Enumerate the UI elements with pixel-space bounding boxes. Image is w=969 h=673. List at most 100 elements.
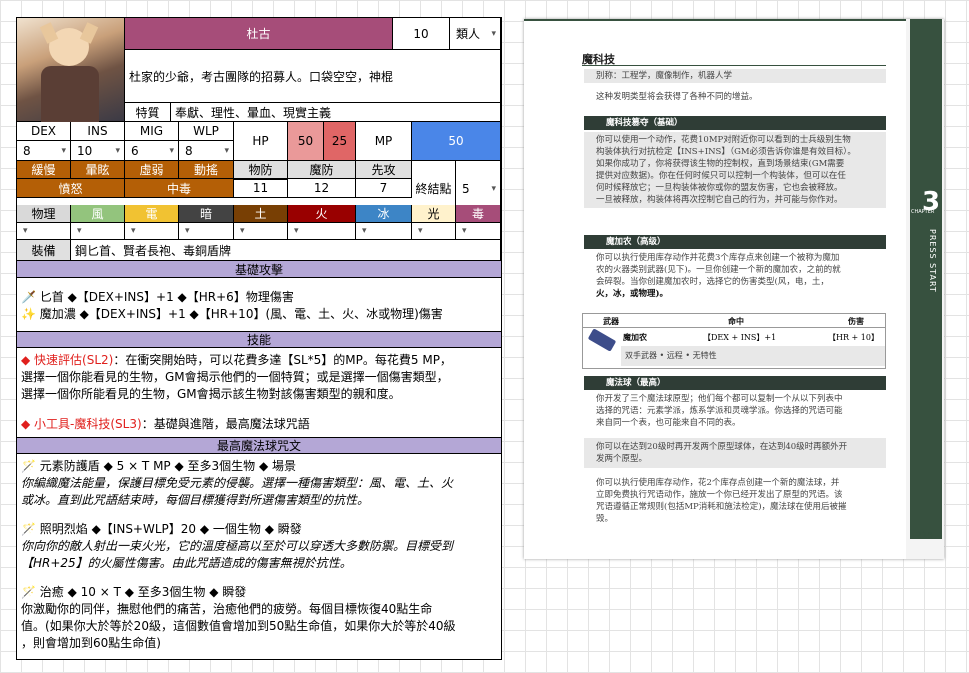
spell-3-text: 你激勵你的同伴，撫慰他們的痛苦，治癒他們的疲勞。每個目標恢復40點生命 bbox=[21, 602, 433, 616]
override-line: 何时候释放它；一旦构装体被你或你的盟友伤害，它也会被释放。 bbox=[596, 183, 843, 193]
magicannon-line: 火，冰，或物理)。 bbox=[596, 289, 669, 299]
traits-value[interactable]: 奉獻、理性、暈血、現實主義 bbox=[171, 103, 501, 122]
init-value[interactable]: 7 bbox=[356, 179, 412, 198]
portrait[interactable] bbox=[17, 18, 125, 122]
phys-def-value[interactable]: 11 bbox=[234, 179, 288, 198]
stat-wlp-dropdown[interactable]: 8 bbox=[179, 141, 234, 161]
spell-2-text-2: 【HR+25】的火屬性傷害。由此咒語造成的傷害無視於抗性。 bbox=[21, 556, 352, 570]
stat-dex-dropdown[interactable]: 8 bbox=[17, 141, 71, 161]
affinity-wind-dropdown[interactable] bbox=[71, 223, 125, 240]
rulebook-page[interactable]: 魔科技 別称：工程学，魔像制作，机器人学 这种发明类型将会获得了各种不同的增益。… bbox=[524, 19, 944, 559]
spell-flash-flame[interactable]: 🪄 照明烈焰 ◆【INS+WLP】20 ◆ 一個生物 ◆ 瞬發 你向你的敵人射出… bbox=[21, 521, 499, 572]
status-weak[interactable]: 虛弱 bbox=[125, 161, 179, 179]
mp-value[interactable]: 50 bbox=[412, 122, 501, 161]
traits-label: 特質 bbox=[125, 103, 171, 122]
hp-current[interactable]: 50 bbox=[288, 122, 324, 161]
stat-mig-dropdown[interactable]: 6 bbox=[125, 141, 179, 161]
magispheres-line: 来自同一个表，也可能来自不同的表。 bbox=[596, 418, 741, 428]
affinity-earth-dropdown[interactable] bbox=[234, 223, 288, 240]
status-dazed[interactable]: 暈眩 bbox=[71, 161, 125, 179]
equipment-value[interactable]: 鋼匕首、賢者長袍、毒銅盾牌 bbox=[71, 240, 501, 261]
character-name[interactable]: 杜古 bbox=[125, 18, 393, 50]
heading-magispheres: 魔法球（最高） bbox=[584, 376, 886, 390]
magispheres-text-2: 你可以在达到20级时再开发两个原型球体，在达到40级时再额外开 发两个原型。 bbox=[596, 441, 886, 465]
spell-3-text-3: ，則會增加到60點生命值) bbox=[21, 636, 161, 650]
override-line: 构装体执行对抗检定【INS+INS】（GM必须告诉你谁是有效目标）。 bbox=[596, 147, 856, 157]
press-start-tab: PRESS START bbox=[928, 229, 937, 293]
stat-mig-value: 6 bbox=[131, 143, 139, 158]
hp-crisis[interactable]: 25 bbox=[324, 122, 356, 161]
stat-ins-dropdown[interactable]: 10 bbox=[71, 141, 125, 161]
affinity-bolt-label: 電 bbox=[125, 205, 179, 223]
character-description[interactable]: 杜家的少爺，考古團隊的招募人。口袋空空，神棍 bbox=[125, 50, 501, 103]
mag-def-value[interactable]: 12 bbox=[288, 179, 356, 198]
affinity-light-dropdown[interactable] bbox=[412, 223, 456, 240]
override-text: 你可以使用一个动作，花费10MP对附近你可以看到的士兵级别生物 构装体执行对抗检… bbox=[596, 134, 886, 206]
attack-magicannon[interactable]: ✨ 魔加濃 ◆【DEX+INS】+1 ◆【HR+10】(風、電、土、火、冰或物理… bbox=[21, 306, 499, 323]
spell-3-head: 🪄 治癒 ◆ 10 × T ◆ 至多3個生物 ◆ 瞬發 bbox=[21, 585, 247, 599]
magispheres-line: 你开发了三个魔法球原型；他们每个都可以复制一个从以下列表中 bbox=[596, 394, 843, 404]
character-level[interactable]: 10 bbox=[393, 18, 450, 50]
heading-magitech-override: 魔科技篡夺（基础） bbox=[584, 116, 886, 130]
spell-heal[interactable]: 🪄 治癒 ◆ 10 × T ◆ 至多3個生物 ◆ 瞬發 你激勵你的同伴，撫慰他們… bbox=[21, 584, 499, 652]
skill-1-text-3: 選擇一個你所能看見的生物，GM會揭示該生物對該傷害類型的親和度。 bbox=[21, 387, 401, 401]
override-line: 你可以使用一个动作，花费10MP对附近你可以看到的士兵级别生物 bbox=[596, 135, 851, 145]
init-label: 先攻 bbox=[356, 161, 412, 179]
race-dropdown[interactable]: 類人 bbox=[450, 18, 501, 50]
character-sheet: 杜古 10 類人 杜家的少爺，考古團隊的招募人。口袋空空，神棍 特質 奉獻、理性… bbox=[16, 17, 502, 660]
affinity-bolt-dropdown[interactable] bbox=[125, 223, 179, 240]
magispheres-line: 发两个原型。 bbox=[596, 454, 648, 464]
magispheres-line: 你可以执行使用库存动作，花2个库存点创建一个新的魔法球，并 bbox=[596, 478, 840, 488]
stat-label-ins: INS bbox=[71, 122, 125, 141]
status-slow[interactable]: 緩慢 bbox=[17, 161, 71, 179]
stat-label-mig: MIG bbox=[125, 122, 179, 141]
override-line: 一旦被释放，构装体将再次控制它自己的行为，并可能与你作对。 bbox=[596, 195, 843, 205]
description-text: 杜家的少爺，考古團隊的招募人。口袋空空，神棍 bbox=[129, 69, 394, 84]
affinity-light-label: 光 bbox=[412, 205, 456, 223]
affinity-dark-label: 暗 bbox=[179, 205, 234, 223]
stat-ins-value: 10 bbox=[77, 143, 93, 158]
status-shaken[interactable]: 動搖 bbox=[179, 161, 234, 179]
phys-def-label: 物防 bbox=[234, 161, 288, 179]
spell-elemental-shield[interactable]: 🪄 元素防護盾 ◆ 5 × T MP ◆ 至多3個生物 ◆ 場景 你編織魔法能量… bbox=[21, 458, 499, 509]
status-enraged[interactable]: 憤怒 bbox=[17, 179, 125, 198]
attack-dagger[interactable]: 🗡️ 匕首 ◆【DEX+INS】+1 ◆【HR+6】物理傷害 bbox=[21, 289, 499, 306]
spell-1-text: 你編織魔法能量，保護目標免受元素的侵襲。選擇一種傷害類型：風、電、土、火 bbox=[21, 476, 454, 490]
status-poisoned[interactable]: 中毒 bbox=[125, 179, 234, 198]
magicannon-line: 会碎裂。当你创建魔加农时，选择它的伤害类型(风，电，土， bbox=[596, 277, 829, 287]
mp-label: MP bbox=[356, 122, 412, 161]
race-value: 類人 bbox=[456, 27, 481, 41]
page-number: 215 bbox=[916, 531, 934, 541]
affinity-ice-label: 冰 bbox=[356, 205, 412, 223]
affinity-dark-dropdown[interactable] bbox=[179, 223, 234, 240]
fabula-value: 5 bbox=[462, 181, 470, 196]
affinity-physical-dropdown[interactable] bbox=[17, 223, 71, 240]
mag-def-label: 魔防 bbox=[288, 161, 356, 179]
magispheres-line: 你可以在达到20级时再开发两个原型球体，在达到40级时再额外开 bbox=[596, 442, 848, 452]
equipment-text: 鋼匕首、賢者長袍、毒銅盾牌 bbox=[75, 243, 232, 258]
magicannon-line: 农的火器类别武器(见下)。一旦你创建一个新的魔加农，之前的就 bbox=[596, 265, 841, 275]
skill-2-name: ◆ 小工具-魔科技(SL3) bbox=[21, 417, 142, 431]
portrait-robe bbox=[41, 66, 99, 122]
page-accent-line bbox=[524, 19, 906, 21]
affinity-ice-dropdown[interactable] bbox=[356, 223, 412, 240]
spell-1-text-2: 或冰。直到此咒語結束時，每個目標獲得對所選傷害類型的抗性。 bbox=[21, 493, 370, 507]
affinity-fire-dropdown[interactable] bbox=[288, 223, 356, 240]
spell-2-head: 🪄 照明烈焰 ◆【INS+WLP】20 ◆ 一個生物 ◆ 瞬發 bbox=[21, 522, 302, 536]
col-accuracy: 命中 bbox=[728, 316, 744, 326]
magispheres-line: 选择的咒语：元素学派，炼系学派和灵魂学派。你选择的咒语可能 bbox=[596, 406, 843, 416]
magicannon-line: 你可以执行使用库存动作并花费3个库存点来创建一个被称为魔加 bbox=[596, 253, 840, 263]
traits-text: 奉獻、理性、暈血、現實主義 bbox=[175, 105, 332, 120]
skill-quick-assessment[interactable]: ◆ 快速評估(SL2)：在衝突開始時，可以花費多達【SL*5】的MP。每花費5 … bbox=[21, 352, 499, 403]
stat-label-dex: DEX bbox=[17, 122, 71, 141]
affinity-poison-dropdown[interactable] bbox=[456, 223, 501, 240]
spell-2-text: 你向你的敵人射出一束火光，它的溫度極高以至於可以穿透大多數防禦。目標受到 bbox=[21, 539, 454, 553]
col-weapon: 武器 bbox=[603, 316, 619, 326]
skill-gadgets[interactable]: ◆ 小工具-魔科技(SL3)：基礎與進階，最高魔法球咒語 bbox=[21, 416, 499, 433]
magispheres-line: 毁。 bbox=[596, 514, 614, 524]
book-intro: 这种发明类型将会获得了各种不同的增益。 bbox=[596, 92, 758, 102]
spell-1-head: 🪄 元素防護盾 ◆ 5 × T MP ◆ 至多3個生物 ◆ 場景 bbox=[21, 459, 297, 473]
affinity-poison-label: 毒 bbox=[456, 205, 501, 223]
override-line: 提供对应数据)。你在任何时候只可以控制一个构装体，但可以在任 bbox=[596, 171, 846, 181]
stat-dex-value: 8 bbox=[23, 143, 31, 158]
